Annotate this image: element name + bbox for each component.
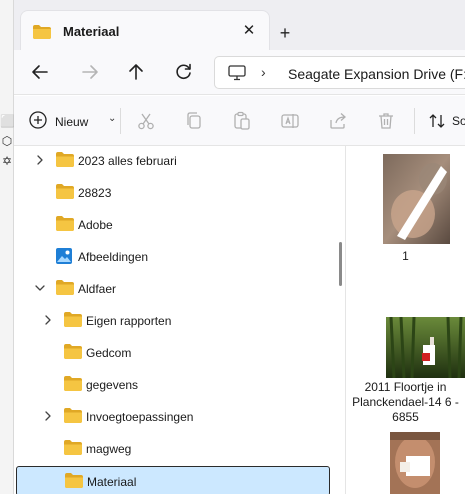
folder-icon <box>56 184 74 202</box>
nav-item-label: gegevens <box>86 378 139 392</box>
nav-item-gegevens[interactable]: gegevens <box>16 370 330 400</box>
file-thumbnail <box>390 432 440 494</box>
rename-icon[interactable] <box>280 111 300 131</box>
navigation-pane: 2023 alles februari 28823 Adobe Afbeeldinge… <box>14 146 346 494</box>
nav-item-eigen-rapporten[interactable]: Eigen rapporten <box>16 306 330 336</box>
navigation-bar: › Seagate Expansion Drive (F:) <box>14 50 465 95</box>
nav-item-label: Gedcom <box>86 346 132 360</box>
tab-title: Materiaal <box>63 24 120 39</box>
new-tab-button[interactable]: + <box>274 22 296 44</box>
forward-button[interactable] <box>78 60 102 84</box>
folder-icon <box>56 280 74 298</box>
nav-scrollbar[interactable] <box>339 242 342 286</box>
folder-icon <box>56 152 74 170</box>
up-button[interactable] <box>124 60 148 84</box>
tab-bar: Materiaal ✕ + <box>14 0 465 50</box>
paste-icon[interactable] <box>232 111 252 131</box>
chevron-down-icon: ⌄ <box>108 113 117 124</box>
copy-icon[interactable] <box>184 111 204 131</box>
address-bar[interactable]: › Seagate Expansion Drive (F:) <box>214 56 465 89</box>
nav-item-label: Invoegtoepassingen <box>86 410 194 424</box>
nav-item-label: Adobe <box>78 218 113 232</box>
nav-item-2023-alles-februari[interactable]: 2023 alles februari <box>16 146 330 176</box>
background-window-strip: ⬜ ⬡ ✡ <box>0 0 15 494</box>
file-name: 2011 Floortje in Planckendael-14 6 - 685… <box>352 380 459 424</box>
file-name: 1 <box>402 249 409 263</box>
cut-icon[interactable] <box>136 111 156 131</box>
breadcrumb[interactable]: Seagate Expansion Drive (F:) <box>288 66 465 82</box>
refresh-button[interactable] <box>172 60 196 84</box>
sort-button[interactable]: So <box>428 112 465 133</box>
nav-item-gedcom[interactable]: Gedcom <box>16 338 330 368</box>
pictures-icon <box>56 248 72 267</box>
add-circle-icon <box>29 111 47 129</box>
tab-materiaal[interactable]: Materiaal ✕ <box>20 10 270 50</box>
nav-item-label: Materiaal <box>87 475 137 489</box>
file-item[interactable]: 2011 Floortje in Planckendael-14 6 - 685… <box>346 312 465 442</box>
nav-item-afbeeldingen[interactable]: Afbeeldingen <box>16 242 330 272</box>
nav-item-label: Eigen rapporten <box>86 314 172 328</box>
this-pc-icon <box>228 65 246 81</box>
new-button-label: Nieuw <box>55 115 89 129</box>
chevron-right-icon[interactable] <box>41 409 55 423</box>
folder-icon <box>56 216 74 234</box>
file-thumbnail <box>383 154 450 244</box>
file-item[interactable] <box>346 432 465 494</box>
arrow-right-icon <box>82 65 98 79</box>
folder-icon <box>64 312 82 330</box>
back-button[interactable] <box>28 60 52 84</box>
nav-item-aldfaer[interactable]: Aldfaer <box>16 274 330 304</box>
file-list: 1 2011 Floortje in Planckendael-14 6 - 6… <box>346 146 465 494</box>
delete-icon[interactable] <box>376 111 396 131</box>
toolbar-divider <box>414 108 415 134</box>
refresh-icon <box>176 63 191 80</box>
folder-icon <box>64 344 82 362</box>
hexagon-icon: ⬜ <box>0 114 15 128</box>
file-thumbnail <box>386 317 465 378</box>
chevron-right-icon[interactable] <box>41 313 55 327</box>
nav-item-magweg[interactable]: magweg <box>16 434 330 464</box>
nav-item-label: 2023 alles februari <box>78 154 177 168</box>
nav-item-28823[interactable]: 28823 <box>16 178 330 208</box>
chevron-down-icon[interactable] <box>33 281 47 295</box>
folder-icon <box>64 408 82 426</box>
sort-label: So <box>452 114 465 128</box>
sort-icon <box>429 114 445 128</box>
hexagon-outline-icon: ⬡ <box>1 134 13 148</box>
command-bar: Nieuw ⌄ So <box>14 96 465 146</box>
nav-item-label: 28823 <box>78 186 112 200</box>
nav-item-label: Afbeeldingen <box>78 250 149 264</box>
nav-item-label: Aldfaer <box>78 282 117 296</box>
file-item[interactable]: 1 <box>346 146 465 266</box>
share-icon[interactable] <box>328 111 348 131</box>
nav-item-label: magweg <box>86 442 132 456</box>
nav-item-invoegtoepassingen[interactable]: Invoegtoepassingen <box>16 402 330 432</box>
folder-icon <box>64 440 82 458</box>
folder-icon <box>64 376 82 394</box>
folder-icon <box>65 473 83 491</box>
folder-icon <box>33 25 51 39</box>
toolbar-divider <box>120 108 121 134</box>
file-explorer-window: Materiaal ✕ + › Seagate Expansion Drive … <box>14 0 465 494</box>
nav-item-materiaal[interactable]: Materiaal <box>16 466 330 494</box>
chevron-right-icon[interactable]: › <box>261 64 266 80</box>
arrow-left-icon <box>32 65 48 79</box>
arrow-up-icon <box>129 64 143 80</box>
star-of-david-icon: ✡ <box>1 154 13 168</box>
close-tab-icon[interactable]: ✕ <box>239 21 259 41</box>
chevron-right-icon[interactable] <box>33 153 47 167</box>
nav-item-adobe[interactable]: Adobe <box>16 210 330 240</box>
